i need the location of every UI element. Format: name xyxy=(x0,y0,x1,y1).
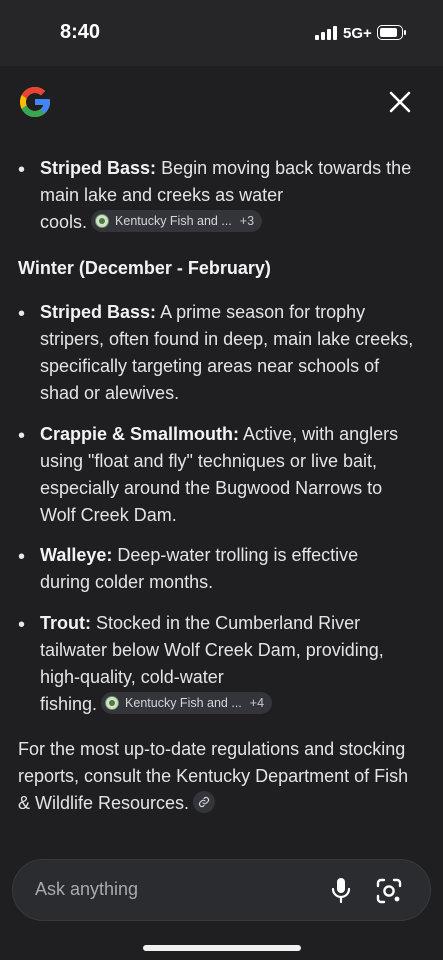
item-text: Stocked in the Cumberland River xyxy=(96,613,361,633)
status-time: 8:40 xyxy=(60,21,101,43)
item-text: especially around the Bugwood Narrows to xyxy=(40,478,383,498)
item-label: Walleye: xyxy=(40,545,113,565)
network-type: 5G+ xyxy=(343,25,372,42)
item-text: stripers, often found in deep, main lake… xyxy=(40,329,414,349)
item-label: Trout: xyxy=(40,613,91,633)
bullet: • xyxy=(18,425,26,447)
signal-icon xyxy=(315,26,337,40)
list-item-line: fishing. Kentucky Fish and ... +4 xyxy=(40,691,273,718)
source-favicon-icon xyxy=(95,214,110,229)
list-item-line: cools. Kentucky Fish and ... +3 xyxy=(40,209,263,236)
item-text: Active, with anglers xyxy=(243,424,399,444)
link-icon xyxy=(198,797,210,808)
source-favicon-icon xyxy=(105,696,120,711)
source-chip-label: Kentucky Fish and ... xyxy=(125,695,242,710)
bullet: • xyxy=(18,159,26,181)
item-text: specifically targeting areas near school… xyxy=(40,356,380,376)
bullet: • xyxy=(18,614,26,636)
item-label: Crappie & Smallmouth: xyxy=(40,424,240,444)
section-heading: Winter (December - February) xyxy=(18,258,271,278)
source-chip[interactable]: Kentucky Fish and ... +4 xyxy=(101,692,273,715)
item-text: high-quality, cold-water xyxy=(40,667,224,687)
bullet: • xyxy=(18,546,26,568)
bullet: • xyxy=(18,303,26,325)
item-text: shad or alewives. xyxy=(40,383,180,403)
item-label: Striped Bass: xyxy=(40,302,157,322)
item-text: during colder months. xyxy=(40,572,214,592)
close-icon[interactable] xyxy=(386,88,414,116)
list-item-line: Striped Bass: A prime season for trophy xyxy=(40,299,365,326)
item-text: using "float and fly" techniques or live… xyxy=(40,451,377,471)
list-item-line: Striped Bass: Begin moving back towards … xyxy=(40,155,411,182)
source-chip[interactable]: Kentucky Fish and ... +3 xyxy=(91,210,263,233)
closing-text: For the most up-to-date regulations and … xyxy=(18,739,406,759)
source-chip-label: Kentucky Fish and ... xyxy=(115,213,232,228)
list-item-line: Walleye: Deep-water trolling is effectiv… xyxy=(40,542,358,569)
item-text: Deep-water trolling is effective xyxy=(117,545,359,565)
item-text: Wolf Creek Dam. xyxy=(40,505,177,525)
item-text: Begin moving back towards the xyxy=(161,158,412,178)
ask-input[interactable]: Ask anything xyxy=(12,859,431,921)
home-indicator[interactable] xyxy=(143,945,301,951)
source-chip-count: +3 xyxy=(239,213,255,228)
item-text: cools. xyxy=(40,212,88,232)
item-text: fishing. xyxy=(40,694,98,714)
battery-icon xyxy=(377,25,406,40)
item-text: A prime season for trophy xyxy=(160,302,366,322)
link-chip[interactable] xyxy=(193,791,216,814)
closing-line: & Wildlife Resources. xyxy=(18,790,216,817)
camera-lens-icon[interactable] xyxy=(375,877,403,905)
microphone-icon[interactable] xyxy=(329,877,353,903)
source-chip-count: +4 xyxy=(249,695,265,710)
google-logo-icon xyxy=(20,87,50,117)
closing-text: reports, consult the Kentucky Department… xyxy=(18,766,409,786)
list-item-line: Crappie & Smallmouth: Active, with angle… xyxy=(40,421,398,448)
status-bar: 8:40 5G+ xyxy=(0,0,443,66)
item-text: main lake and creeks as water xyxy=(40,185,284,205)
closing-text: & Wildlife Resources. xyxy=(18,793,190,813)
list-item-line: Trout: Stocked in the Cumberland River xyxy=(40,610,360,637)
ask-placeholder: Ask anything xyxy=(35,879,139,899)
item-label: Striped Bass: xyxy=(40,158,157,178)
item-text: tailwater below Wolf Creek Dam, providin… xyxy=(40,640,384,660)
